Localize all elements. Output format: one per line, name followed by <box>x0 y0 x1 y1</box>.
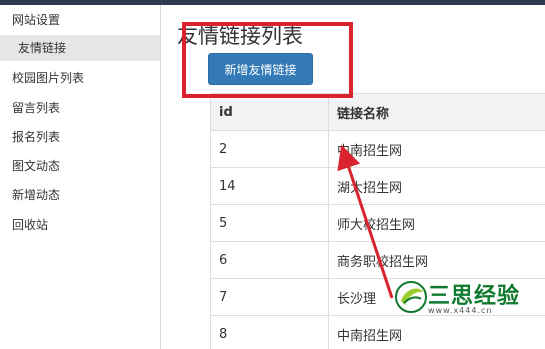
sidebar: 网站设置 友情链接 校园图片列表 留言列表 报名列表 图文动态 新增动态 回收站 <box>0 5 161 349</box>
cell-id: 7 <box>210 278 329 316</box>
cell-link-name: 中南招生网 <box>328 130 545 168</box>
cell-id: 2 <box>210 130 329 168</box>
cell-id: 14 <box>210 167 329 205</box>
app-window: 网站设置 友情链接 校园图片列表 留言列表 报名列表 图文动态 新增动态 回收站… <box>0 0 545 349</box>
sidebar-item-add-news[interactable]: 新增动态 <box>0 182 160 208</box>
watermark: 三思经验 www.x444.cn <box>392 278 542 320</box>
cell-link-name: 中南招生网 <box>328 315 545 349</box>
sidebar-item-recycle-bin[interactable]: 回收站 <box>0 212 160 238</box>
table-row[interactable]: 14 湖大招生网 <box>210 167 545 205</box>
column-header-id[interactable]: id <box>210 93 329 131</box>
cell-link-name: 湖大招生网 <box>328 167 545 205</box>
table-row[interactable]: 2 中南招生网 <box>210 130 545 168</box>
table-row[interactable]: 5 师大校招生网 <box>210 204 545 242</box>
cell-id: 8 <box>210 315 329 349</box>
table-row[interactable]: 6 商务职校招生网 <box>210 241 545 279</box>
sidebar-item-campus-images[interactable]: 校园图片列表 <box>0 65 160 91</box>
watermark-logo-icon <box>395 281 427 313</box>
cell-id: 5 <box>210 204 329 242</box>
page-title: 友情链接列表 <box>177 24 303 48</box>
table-header-row: id 链接名称 <box>210 93 545 131</box>
table-row[interactable]: 8 中南招生网 <box>210 315 545 349</box>
cell-link-name: 商务职校招生网 <box>328 241 545 279</box>
sidebar-item-friend-links[interactable]: 友情链接 <box>0 35 160 61</box>
sidebar-item-news[interactable]: 图文动态 <box>0 153 160 179</box>
cell-link-name: 师大校招生网 <box>328 204 545 242</box>
cell-id: 6 <box>210 241 329 279</box>
column-header-link-name[interactable]: 链接名称 <box>328 93 545 131</box>
watermark-url: www.x444.cn <box>428 306 493 315</box>
add-friend-link-button[interactable]: 新增友情链接 <box>208 53 313 85</box>
sidebar-item-messages[interactable]: 留言列表 <box>0 95 160 121</box>
sidebar-item-registrations[interactable]: 报名列表 <box>0 124 160 150</box>
sidebar-item-site-settings[interactable]: 网站设置 <box>0 7 160 33</box>
